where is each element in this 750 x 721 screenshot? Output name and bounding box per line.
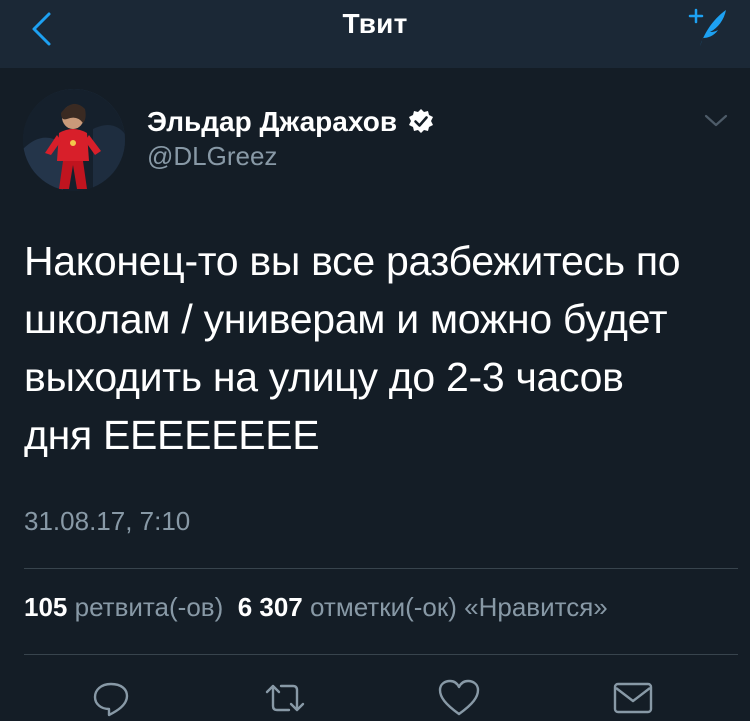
direct-message-button[interactable] [610,675,656,721]
likes-label: отметки(-ок) «Нравится» [310,592,608,622]
page-title: Твит [342,8,408,39]
tweet-timestamp[interactable]: 31.08.17, 7:10 [24,506,190,537]
reply-button[interactable] [88,675,134,721]
divider [24,654,738,655]
tweet-detail: Эльдар Джарахов @DLGreez Наконец-то вы в… [0,68,750,721]
retweets-stat[interactable]: 105 ретвита(-ов) [24,592,223,622]
likes-count: 6 307 [237,592,303,622]
retweet-button[interactable] [262,675,308,721]
likes-stat[interactable]: 6 307 отметки(-ок) «Нравится» [238,592,608,622]
tweet-action-bar [0,675,750,721]
like-button[interactable] [436,675,482,721]
author-name[interactable]: Эльдар Джарахов [147,106,435,138]
avatar[interactable] [23,89,125,191]
tweet-options-button[interactable] [702,110,730,130]
chevron-down-icon [704,114,728,127]
reply-icon [93,682,129,717]
retweets-label: ретвита(-ов) [74,592,224,622]
author-name-text: Эльдар Джарахов [147,106,398,137]
like-heart-icon [438,679,480,716]
tweet-text: Наконец-то вы все разбежитесь по школам … [24,238,681,458]
compose-tweet-button[interactable] [686,4,732,50]
compose-feather-icon [688,8,726,46]
direct-message-icon [613,682,653,714]
engagement-stats: 105 ретвита(-ов) 6 307 отметки(-ок) «Нра… [24,592,608,623]
retweet-icon [265,684,305,712]
top-navigation-bar: Твит [0,0,750,69]
avatar-photo [23,89,125,191]
verified-badge-icon [407,108,435,136]
divider [24,568,738,569]
author-handle[interactable]: @DLGreez [147,141,277,172]
retweets-count: 105 [24,592,68,622]
